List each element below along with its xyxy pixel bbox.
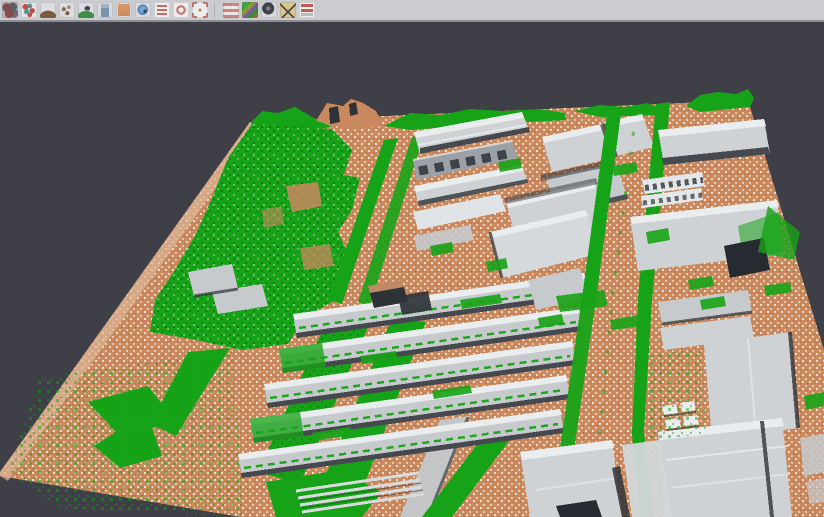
orange-plane-icon[interactable] xyxy=(116,2,132,18)
red-ring-icon[interactable] xyxy=(173,2,189,18)
render-viewport-3d[interactable] xyxy=(0,24,824,517)
terrain-green-icon[interactable] xyxy=(78,2,94,18)
striped-flag-icon[interactable] xyxy=(299,2,315,18)
point-cloud-render xyxy=(0,24,824,517)
pixel-checker-icon[interactable] xyxy=(223,2,239,18)
classification-map-icon[interactable] xyxy=(242,2,258,18)
dark-sphere-icon[interactable] xyxy=(261,2,277,18)
registration-points-icon[interactable] xyxy=(21,2,37,18)
profile-column-icon[interactable] xyxy=(97,2,113,18)
group-separator xyxy=(214,2,222,18)
globe-icon[interactable] xyxy=(135,2,151,18)
right-bits-1 xyxy=(800,434,824,476)
sparse-points-icon[interactable] xyxy=(59,2,75,18)
sparse-green-bottomleft xyxy=(8,350,246,517)
sparse-green-right xyxy=(644,348,706,440)
toolbar xyxy=(0,0,824,22)
point-cloud-pair-icon[interactable] xyxy=(2,2,18,18)
crossed-box-icon[interactable] xyxy=(280,2,296,18)
selection-corners-icon[interactable] xyxy=(192,2,208,18)
field-hole-2 xyxy=(300,244,334,270)
red-list-icon[interactable] xyxy=(154,2,170,18)
terrain-brown-icon[interactable] xyxy=(40,2,56,18)
